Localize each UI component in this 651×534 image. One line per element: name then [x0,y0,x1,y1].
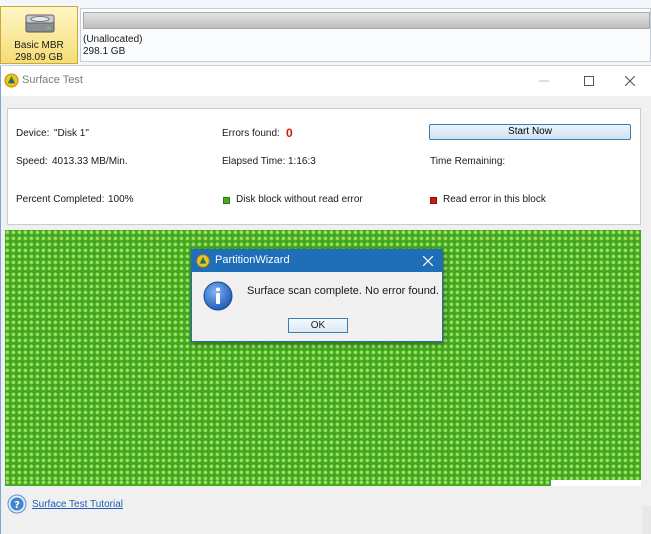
partition-size: 298.1 GB [83,46,126,57]
close-icon [423,256,433,266]
window-resize-edge [642,506,651,534]
disk-size-label: 298.09 GB [15,52,63,63]
hard-disk-icon [25,14,55,33]
maximize-button[interactable] [566,66,612,95]
ok-block-legend-icon [223,197,230,204]
device-value: "Disk 1" [54,128,89,139]
close-icon [625,75,635,86]
ok-button[interactable]: OK [288,318,348,333]
minimize-button[interactable] [521,66,567,95]
window-title-bar[interactable]: Surface Test [1,66,651,96]
disk-map-strip: Basic MBR 298.09 GB (Unallocated) 298.1 … [0,0,651,66]
dialog-message: Surface scan complete. No error found. [247,285,439,297]
errors-found-label: Errors found: [222,128,280,139]
minimize-icon [539,80,549,81]
dialog-title: PartitionWizard [215,254,290,266]
scan-info-panel: Device: "Disk 1" Errors found: 0 Start N… [7,108,641,225]
error-block-legend-label: Read error in this block [443,194,546,205]
close-button[interactable] [607,66,651,95]
device-label: Device: [16,128,50,139]
elapsed-time-value: 1:16:3 [288,156,316,167]
speed-label: Speed: [16,156,48,167]
dialog-title-bar[interactable]: PartitionWizard [192,250,442,272]
partition-wizard-icon [196,254,210,268]
help-icon[interactable]: ? [7,494,27,514]
svg-text:?: ? [14,500,20,511]
partition-label: (Unallocated) [83,34,143,45]
disk-type-label: Basic MBR [14,40,64,51]
maximize-icon [584,75,594,86]
scan-complete-dialog: PartitionWizard Surface scan complete. N… [191,249,443,342]
time-remaining-label: Time Remaining: [430,156,506,167]
start-now-button[interactable]: Start Now [429,124,631,140]
ok-block-legend-label: Disk block without read error [236,194,363,205]
elapsed-time-label: Elapsed Time: [222,156,286,167]
errors-found-value: 0 [286,126,293,140]
surface-test-tutorial-link[interactable]: Surface Test Tutorial [32,499,123,510]
percent-completed-value: 100% [108,194,134,205]
scanned-blocks-last-row [5,480,551,486]
info-icon [203,281,233,311]
speed-value: 4013.33 MB/Min. [52,156,128,167]
partition-usage-bar [83,12,650,29]
error-block-legend-icon [430,197,437,204]
partition-wizard-icon [4,73,19,88]
unallocated-partition[interactable]: (Unallocated) 298.1 GB [80,8,651,62]
window-title: Surface Test [22,74,83,86]
disk-tile[interactable]: Basic MBR 298.09 GB [0,6,78,64]
dialog-close-button[interactable] [416,251,440,271]
percent-completed-label: Percent Completed: [16,194,105,205]
